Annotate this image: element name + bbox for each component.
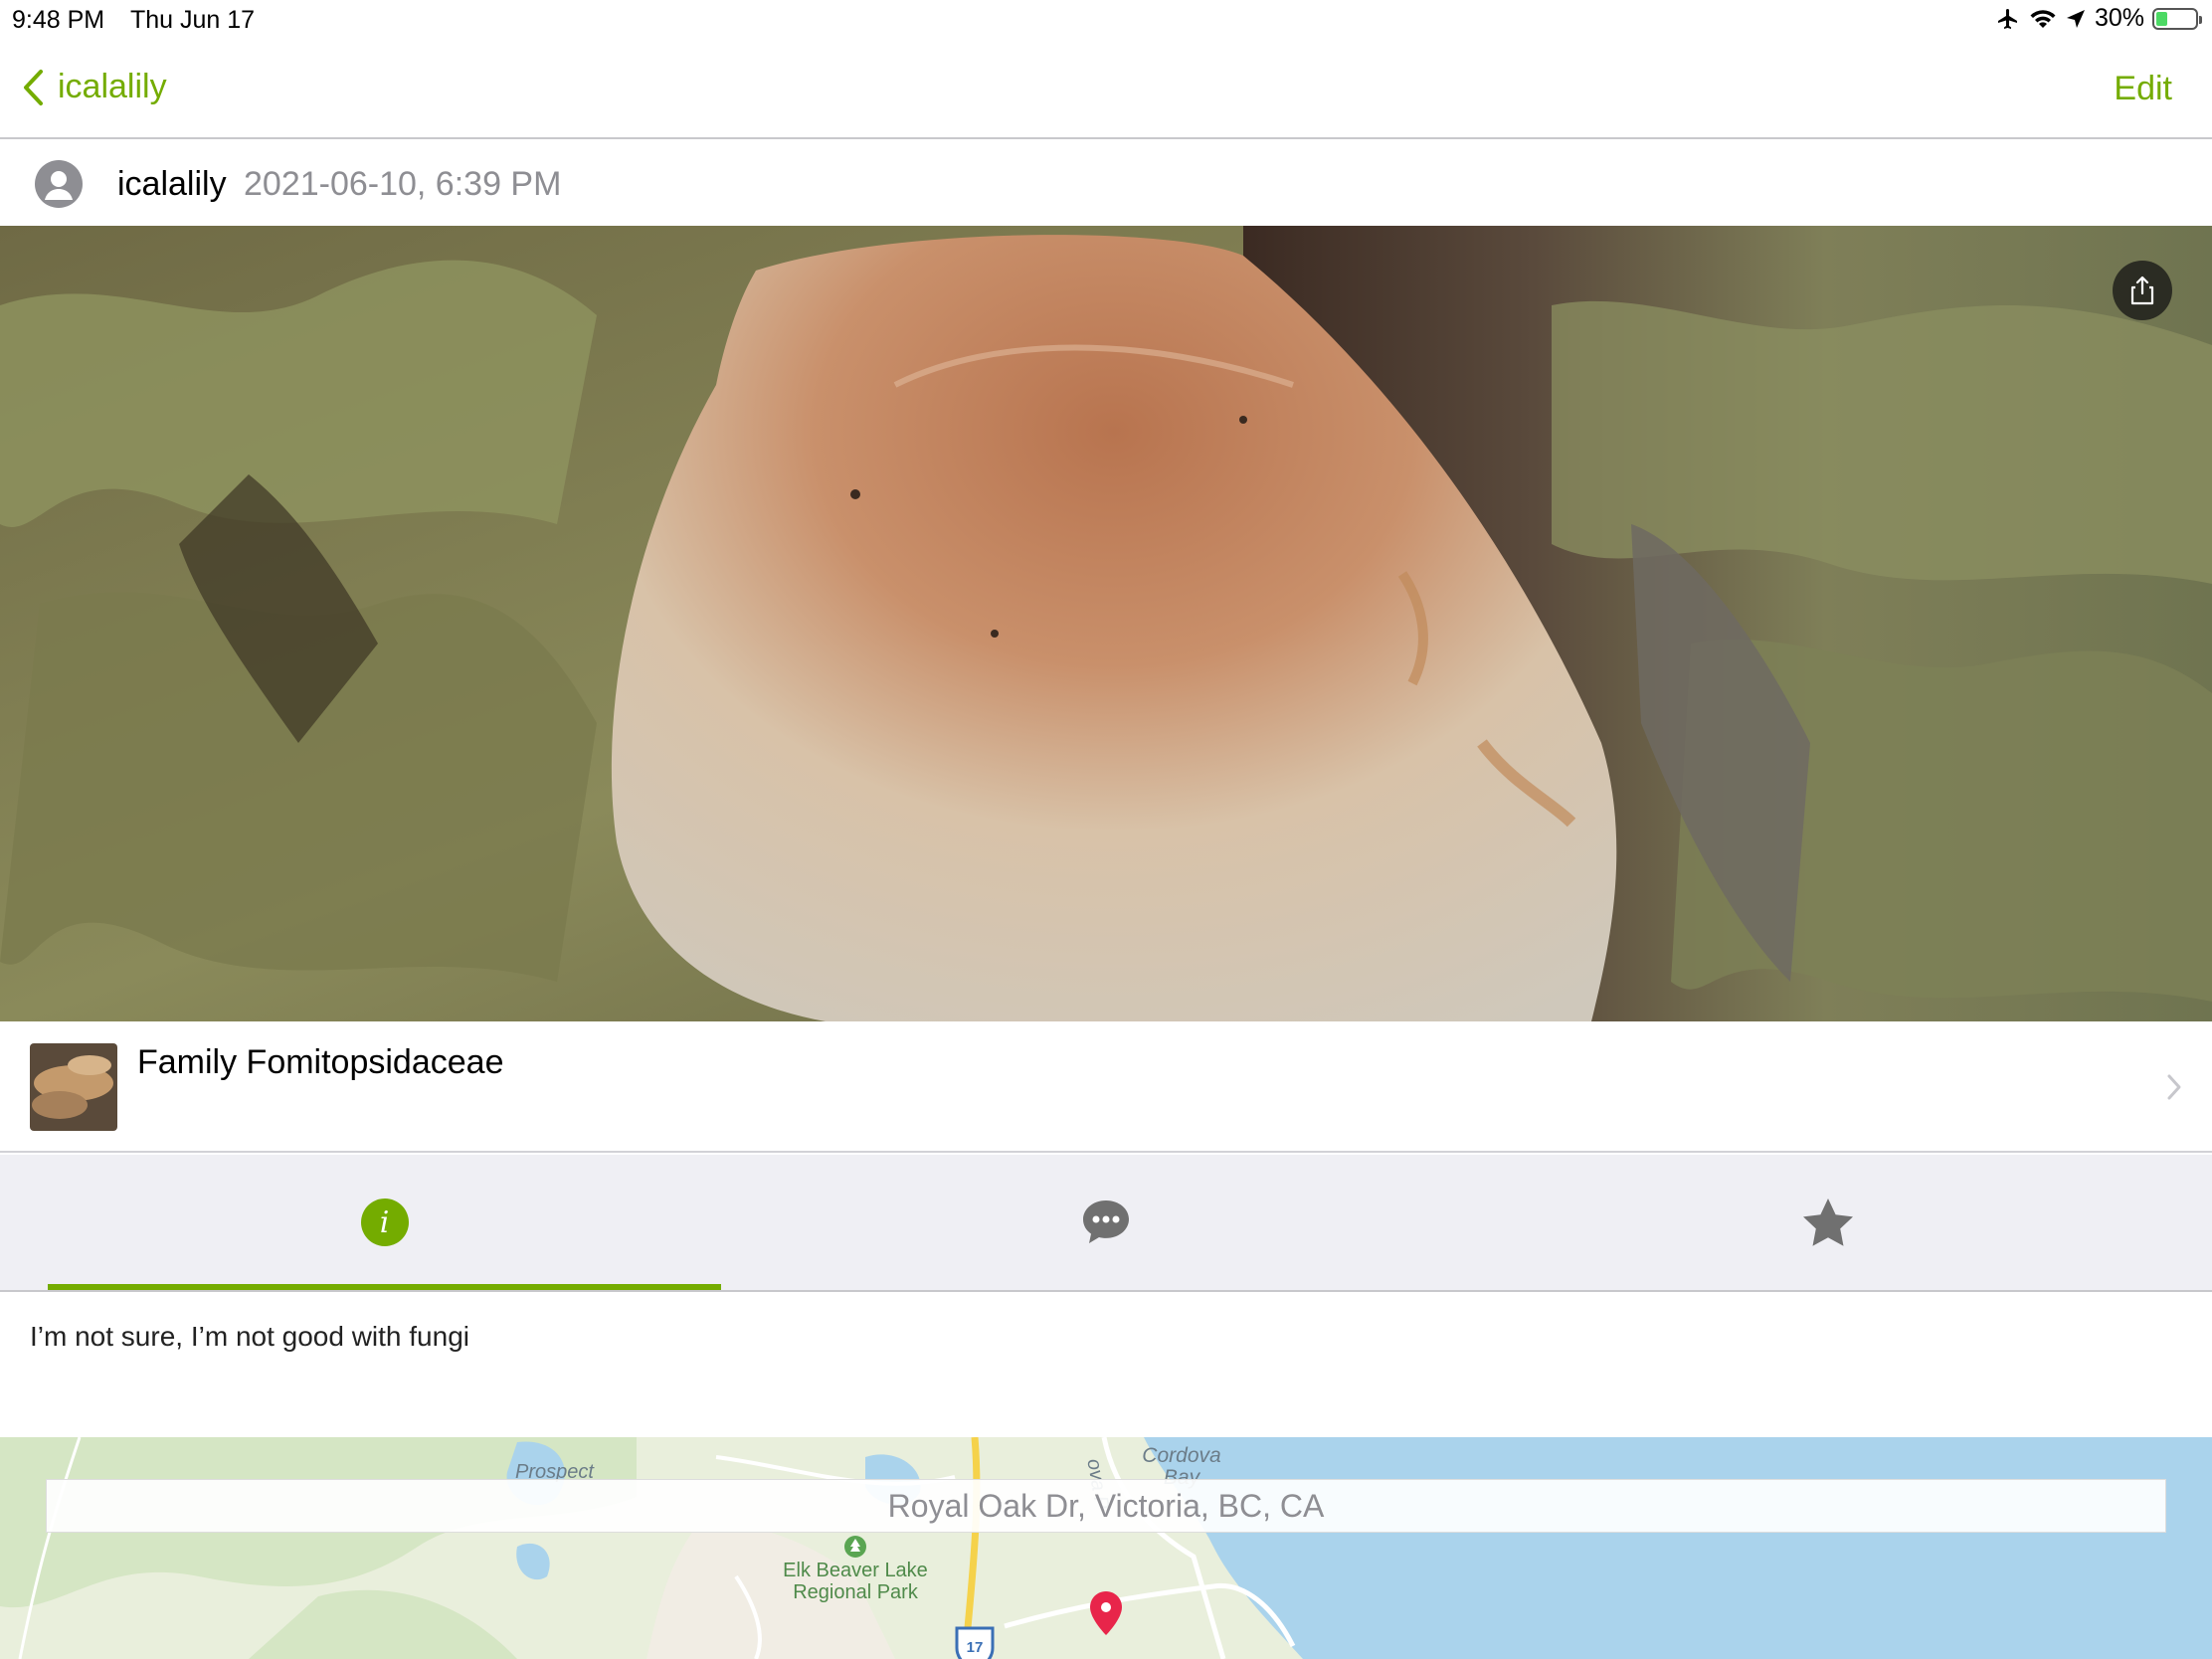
detail-tabs: i [0, 1155, 2212, 1292]
navigation-bar: icalalily Edit [0, 40, 2212, 139]
highway-shield-label: 17 [966, 1639, 984, 1656]
battery-icon [2152, 7, 2202, 30]
star-icon [1802, 1198, 1853, 1246]
wifi-icon [2030, 9, 2056, 28]
chevron-left-icon [24, 69, 43, 105]
observer-username[interactable]: icalalily [117, 165, 227, 204]
status-icons: 30% [1995, 4, 2202, 33]
share-button[interactable] [2113, 261, 2172, 320]
active-tab-indicator [48, 1284, 721, 1290]
map-label-park: Elk Beaver Lake Regional Park [783, 1560, 928, 1603]
observation-photo[interactable] [0, 226, 2212, 1021]
taxon-row[interactable]: Family Fomitopsidaceae [0, 1021, 2212, 1153]
location-arrow-icon [2066, 9, 2085, 28]
share-icon [2130, 276, 2154, 305]
taxon-name: Family Fomitopsidaceae [137, 1043, 504, 1081]
airplane-icon [1997, 8, 2017, 29]
person-icon [45, 171, 73, 200]
edit-button[interactable]: Edit [2114, 70, 2172, 108]
taxon-thumbnail [30, 1043, 117, 1131]
observer-row: icalalily 2021-06-10, 6:39 PM [0, 141, 2212, 226]
tab-activity[interactable] [769, 1155, 1442, 1290]
battery-percent: 30% [2094, 4, 2144, 32]
status-date: Thu Jun 17 [130, 6, 256, 34]
info-icon: i [360, 1198, 409, 1246]
photo-image [0, 226, 2212, 1021]
comment-icon [1082, 1200, 1129, 1243]
avatar[interactable] [35, 160, 83, 208]
status-bar: 9:48 PM Thu Jun 17 30% [0, 0, 2212, 40]
back-button-label: icalalily [58, 68, 167, 105]
location-map[interactable]: Prospect ova P Cordova Bay Elk Beaver La… [0, 1437, 2212, 1659]
tab-info[interactable]: i [48, 1155, 721, 1290]
chevron-right-icon [2167, 1074, 2181, 1100]
tab-favorites[interactable] [1491, 1155, 2164, 1290]
observation-datetime: 2021-06-10, 6:39 PM [244, 165, 562, 203]
status-time: 9:48 PM [12, 6, 105, 34]
location-name-bar: Royal Oak Dr, Victoria, BC, CA [46, 1479, 2166, 1533]
back-button[interactable]: icalalily [22, 68, 167, 106]
observation-description: I’m not sure, I’m not good with fungi [30, 1321, 469, 1352]
